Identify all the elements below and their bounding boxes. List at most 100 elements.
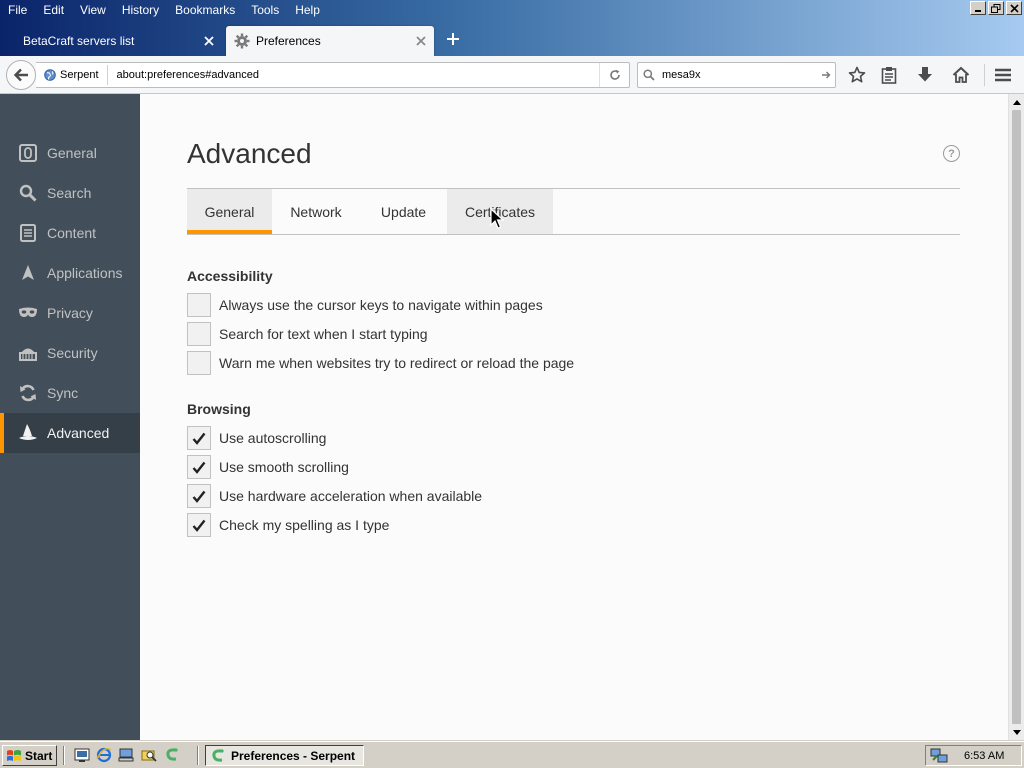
tab-close-button[interactable] (202, 34, 216, 48)
search-go-button[interactable] (817, 70, 835, 80)
privacy-mask-icon (17, 302, 39, 324)
pref-spell-check[interactable]: Check my spelling as I type (187, 513, 389, 537)
menu-history[interactable]: History (114, 0, 167, 20)
menu-button[interactable] (993, 65, 1013, 85)
tab-update[interactable]: Update (360, 189, 447, 234)
sidebar-item-label: Search (47, 185, 92, 201)
plus-icon (447, 33, 459, 45)
general-icon (17, 142, 39, 164)
bookmark-star-button[interactable] (847, 65, 867, 85)
desktop-icon[interactable] (74, 747, 90, 763)
sync-icon (17, 382, 39, 404)
sidebar-item-privacy[interactable]: Privacy (0, 293, 140, 333)
page-title: Advanced (187, 138, 312, 169)
window-titlebar: File Edit View History Bookmarks Tools H… (0, 0, 1024, 56)
browsing-heading: Browsing (187, 401, 251, 417)
sidebar-item-applications[interactable]: Applications (0, 253, 140, 293)
menu-view[interactable]: View (72, 0, 114, 20)
home-button[interactable] (951, 65, 971, 85)
search-folder-icon[interactable] (141, 747, 157, 763)
sidebar-item-label: Advanced (47, 425, 110, 441)
scroll-up-button[interactable] (1009, 95, 1024, 109)
pref-label: Always use the cursor keys to navigate w… (219, 297, 543, 313)
checkbox-cursor-keys[interactable] (187, 293, 211, 317)
tab-close-button[interactable] (414, 34, 428, 48)
serpent-browser-icon[interactable] (164, 747, 180, 763)
menu-bookmarks[interactable]: Bookmarks (167, 0, 243, 20)
help-button[interactable]: ? (943, 145, 960, 162)
identity-box[interactable]: Serpent (36, 65, 108, 85)
pref-autoscrolling[interactable]: Use autoscrolling (187, 426, 326, 450)
pref-smooth-scrolling[interactable]: Use smooth scrolling (187, 455, 349, 479)
sidebar-item-advanced[interactable]: Advanced (0, 413, 140, 453)
close-window-button[interactable] (1006, 1, 1022, 15)
tabstrip: BetaCraft servers list Preferences (0, 24, 1024, 56)
new-tab-button[interactable] (444, 30, 462, 48)
tab-preferences[interactable]: Preferences (226, 26, 434, 56)
menu-tools[interactable]: Tools (243, 0, 287, 20)
mouse-cursor-icon (490, 208, 504, 229)
checkbox-hardware-acceleration[interactable] (187, 484, 211, 508)
applications-icon (17, 262, 39, 284)
checkbox-autoscrolling[interactable] (187, 426, 211, 450)
internet-explorer-icon[interactable] (96, 747, 112, 763)
checkmark-icon (192, 519, 206, 532)
checkbox-spell-check[interactable] (187, 513, 211, 537)
reading-list-button[interactable] (879, 65, 899, 85)
taskbar-item-label: Preferences - Serpent (231, 748, 356, 763)
search-icon (17, 182, 39, 204)
close-icon (416, 36, 426, 46)
minimize-button[interactable] (970, 1, 986, 15)
close-icon (204, 36, 214, 46)
checkbox-warn-redirect[interactable] (187, 351, 211, 375)
pref-hardware-acceleration[interactable]: Use hardware acceleration when available (187, 484, 482, 508)
sidebar-item-general[interactable]: General (0, 133, 140, 173)
network-icon[interactable] (118, 747, 134, 763)
navigation-toolbar: Serpent about:preferences#advanced mesa9… (0, 56, 1024, 94)
restore-button[interactable] (988, 1, 1004, 15)
sidebar-item-sync[interactable]: Sync (0, 373, 140, 413)
accessibility-heading: Accessibility (187, 268, 273, 284)
system-tray: 6:53 AM (925, 745, 1022, 766)
menu-edit[interactable]: Edit (35, 0, 72, 20)
restore-icon (991, 3, 1001, 13)
menu-help[interactable]: Help (287, 0, 328, 20)
tab-betacraft[interactable]: BetaCraft servers list (0, 26, 224, 56)
checkmark-icon (192, 461, 206, 474)
menu-file[interactable]: File (0, 0, 35, 20)
search-input[interactable]: mesa9x (660, 69, 817, 81)
advanced-tabs: General Network Update Certificates (187, 188, 960, 235)
pref-label: Use autoscrolling (219, 430, 327, 446)
back-button[interactable] (6, 60, 36, 90)
sidebar-item-search[interactable]: Search (0, 173, 140, 213)
scroll-thumb[interactable] (1012, 110, 1021, 724)
security-icon (17, 342, 39, 364)
minimize-icon (975, 10, 981, 12)
start-button[interactable]: Start (2, 745, 57, 766)
sidebar-item-label: Applications (47, 265, 123, 281)
tab-network[interactable]: Network (272, 189, 360, 234)
checkbox-smooth-scrolling[interactable] (187, 455, 211, 479)
sidebar-item-security[interactable]: Security (0, 333, 140, 373)
downloads-button[interactable] (915, 65, 935, 85)
taskbar-item-preferences[interactable]: Preferences - Serpent (205, 745, 364, 766)
checkbox-search-typing[interactable] (187, 322, 211, 346)
taskbar: Start Preferences - Serpent 6:53 AM (0, 741, 1024, 768)
network-connection-icon[interactable] (930, 748, 948, 764)
tab-general[interactable]: General (187, 189, 272, 234)
scroll-down-button[interactable] (1009, 725, 1024, 739)
reload-button[interactable] (599, 63, 629, 87)
url-input[interactable]: about:preferences#advanced (108, 69, 599, 81)
pref-search-typing[interactable]: Search for text when I start typing (187, 322, 428, 346)
sidebar-item-label: Privacy (47, 305, 93, 321)
url-bar[interactable]: Serpent about:preferences#advanced (36, 62, 630, 88)
checkmark-icon (192, 432, 206, 445)
vertical-scrollbar[interactable] (1008, 94, 1024, 740)
pref-warn-redirect[interactable]: Warn me when websites try to redirect or… (187, 351, 574, 375)
content-icon (17, 222, 39, 244)
pref-cursor-keys[interactable]: Always use the cursor keys to navigate w… (187, 293, 543, 317)
sidebar-item-content[interactable]: Content (0, 213, 140, 253)
search-bar[interactable]: mesa9x (637, 62, 836, 88)
hamburger-icon (995, 68, 1011, 82)
gear-icon (234, 33, 250, 49)
